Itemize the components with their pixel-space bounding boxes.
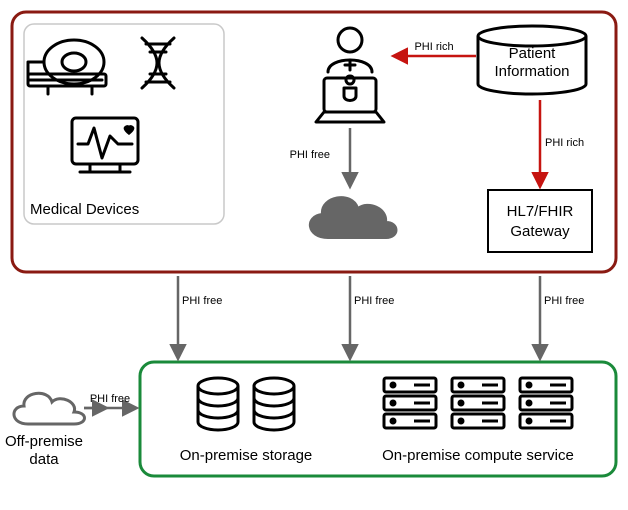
- gateway-box: [488, 190, 592, 252]
- dna-icon: [142, 38, 174, 88]
- gateway-label-l1: HL7/FHIR: [507, 203, 574, 220]
- gateway-label-l2: Gateway: [510, 223, 570, 240]
- edge-db-to-clinician-label: PHI rich: [414, 41, 453, 53]
- edge-offprem-to-onprem-label: PHI free: [90, 393, 130, 405]
- off-premise-label-l2: data: [29, 451, 59, 468]
- architecture-diagram: Medical Devices Patient Information HL7/…: [0, 0, 628, 510]
- on-prem-storage-label: On-premise storage: [180, 447, 313, 464]
- clinician-icon: [328, 28, 372, 72]
- storage-icon-2: [254, 378, 294, 430]
- server-icon-3: [520, 378, 572, 428]
- on-prem-compute-label: On-premise compute service: [382, 447, 574, 464]
- ct-scanner-icon: [28, 40, 106, 94]
- ecg-monitor-icon: [72, 118, 138, 172]
- edge-cloud-to-onprem-label: PHI free: [354, 295, 394, 307]
- cloud-icon: [310, 197, 397, 238]
- server-icon-1: [384, 378, 436, 428]
- edge-db-to-gateway-label: PHI rich: [545, 137, 584, 149]
- patient-db-label-l2: Information: [494, 63, 569, 80]
- server-icon-2: [452, 378, 504, 428]
- storage-icon-1: [198, 378, 238, 430]
- off-premise-cloud-icon: [14, 393, 85, 424]
- off-premise-label-l1: Off-premise: [5, 433, 83, 450]
- medical-devices-box: [24, 24, 224, 224]
- laptop-icon: [316, 76, 384, 122]
- edge-gateway-to-onprem-label: PHI free: [544, 295, 584, 307]
- medical-devices-label: Medical Devices: [30, 201, 139, 218]
- edge-laptop-to-cloud-label: PHI free: [290, 149, 330, 161]
- edge-devices-to-onprem-label: PHI free: [182, 295, 222, 307]
- patient-db-label-l1: Patient: [509, 45, 557, 62]
